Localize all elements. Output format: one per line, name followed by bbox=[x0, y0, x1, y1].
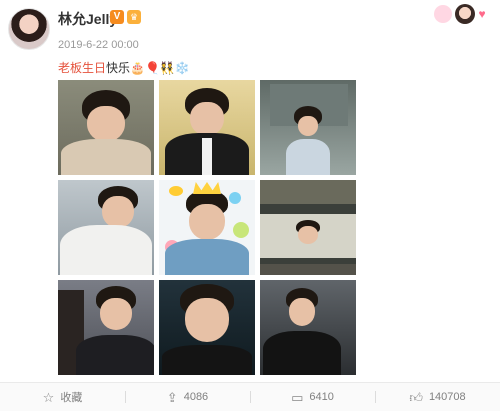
repost-count: 4086 bbox=[183, 391, 209, 403]
photo-2[interactable] bbox=[159, 80, 255, 175]
post-action-bar: ☆ 收藏 ⇪ 4086 ▭ 6410 👍︎ 140708 bbox=[0, 382, 500, 411]
star-icon: ☆ bbox=[42, 389, 55, 405]
sticker-face-icon bbox=[455, 4, 476, 24]
like-count: 140708 bbox=[428, 391, 466, 403]
photo-6[interactable] bbox=[260, 180, 356, 275]
photo-9[interactable] bbox=[260, 280, 356, 375]
post-timestamp[interactable]: 2019-6-22 00:00 bbox=[58, 39, 139, 51]
photo-5[interactable] bbox=[159, 180, 255, 275]
post-text-main: 快乐 bbox=[106, 61, 131, 75]
repost-icon: ⇪ bbox=[166, 389, 178, 405]
post-text-highlight[interactable]: 老板生日 bbox=[58, 61, 106, 75]
verified-badge[interactable]: V bbox=[110, 10, 124, 24]
comment-icon: ▭ bbox=[291, 389, 304, 405]
corner-sticker: ♥ bbox=[425, 2, 495, 26]
photo-3[interactable] bbox=[260, 80, 356, 175]
crown-icon[interactable]: ♛ bbox=[127, 10, 141, 24]
post-text-emoji: 🎂🎈👯❄️ bbox=[130, 61, 190, 75]
photo-1[interactable] bbox=[58, 80, 154, 175]
favorite-label: 收藏 bbox=[60, 392, 83, 404]
favorite-button[interactable]: ☆ 收藏 bbox=[0, 383, 125, 411]
bubble-icon bbox=[434, 5, 453, 23]
user-avatar[interactable] bbox=[8, 8, 50, 50]
comment-count: 6410 bbox=[309, 391, 334, 403]
like-button[interactable]: 👍︎ 140708 bbox=[375, 383, 500, 411]
post-text: 老板生日快乐🎂🎈👯❄️ bbox=[58, 59, 190, 76]
photo-8[interactable] bbox=[159, 280, 255, 375]
photo-7[interactable] bbox=[58, 280, 154, 375]
heart-icon: ♥ bbox=[478, 7, 486, 21]
username[interactable]: 林允Jelly bbox=[58, 9, 117, 29]
thumbs-up-icon: 👍︎ bbox=[409, 389, 423, 405]
photo-4[interactable] bbox=[58, 180, 154, 275]
comment-button[interactable]: ▭ 6410 bbox=[250, 383, 375, 411]
repost-button[interactable]: ⇪ 4086 bbox=[125, 383, 250, 411]
photo-grid bbox=[58, 80, 356, 376]
